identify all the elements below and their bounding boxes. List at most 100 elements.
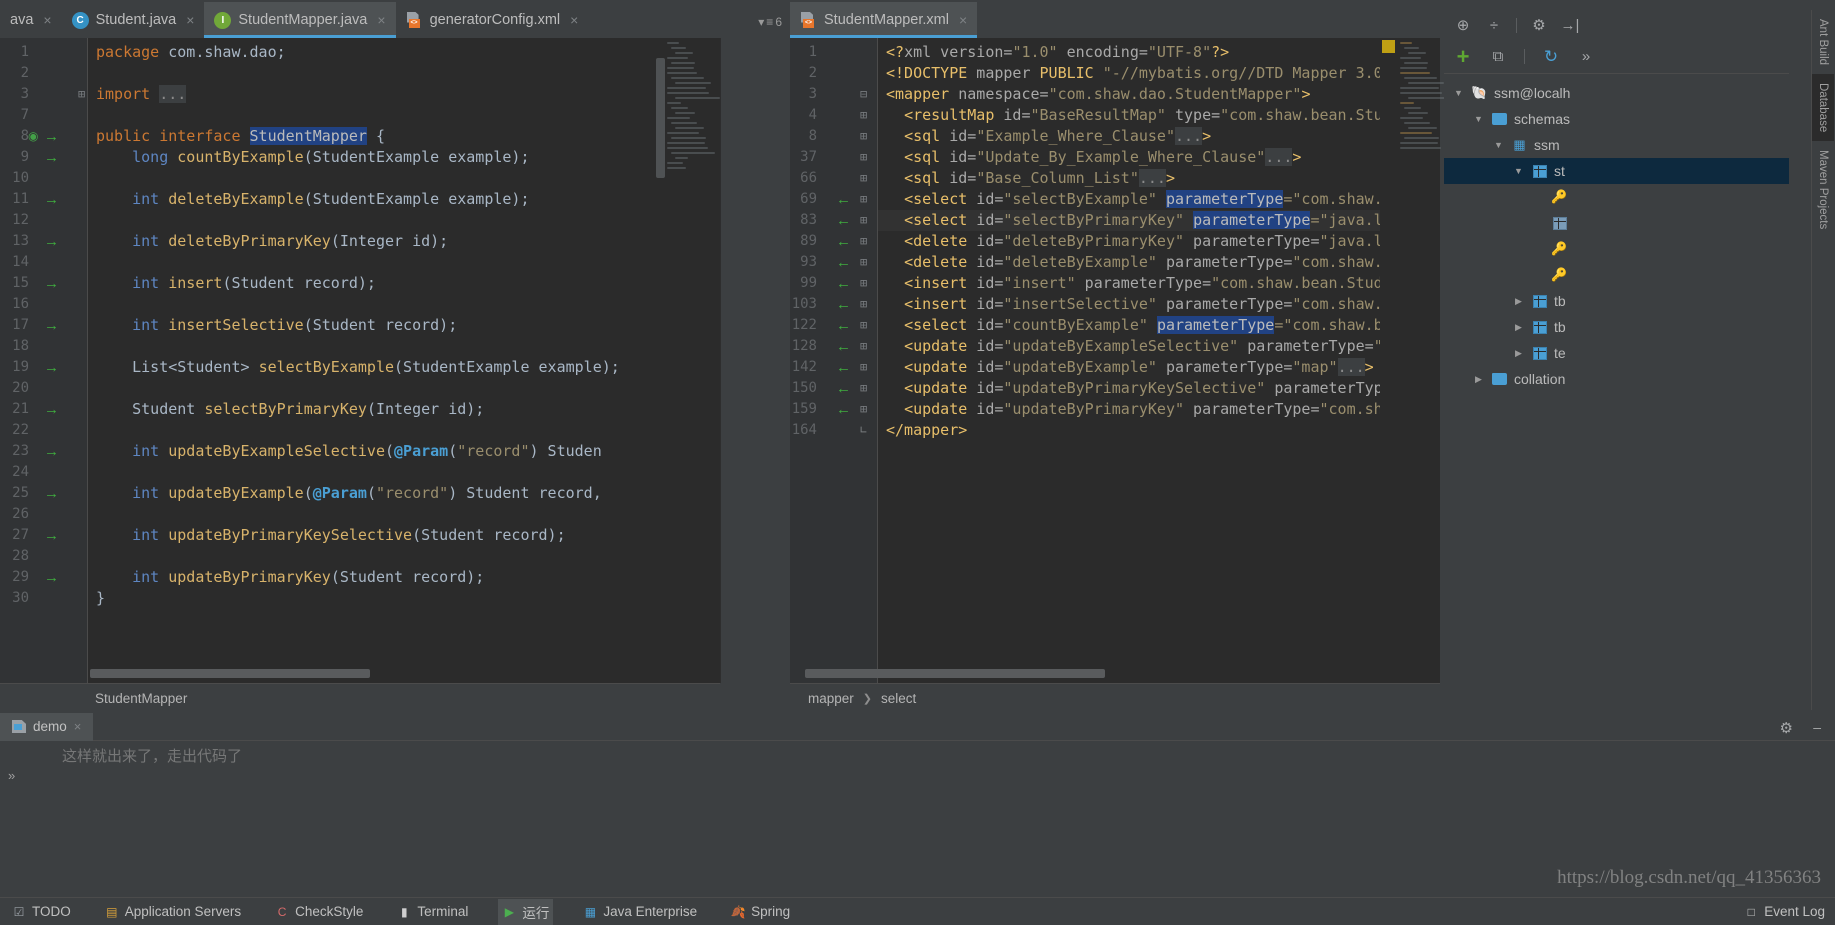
implementation-marker-icon[interactable]: ←: [836, 357, 851, 378]
left-breadcrumb[interactable]: StudentMapper: [0, 683, 720, 713]
close-icon[interactable]: ×: [43, 12, 51, 28]
code-line[interactable]: <insert id="insertSelective" parameterTy…: [878, 294, 1440, 315]
implementation-marker-icon[interactable]: →: [44, 399, 59, 420]
twisty-icon[interactable]: ▼: [1492, 140, 1505, 150]
code-line[interactable]: <mapper namespace="com.shaw.dao.StudentM…: [878, 84, 1440, 105]
code-line[interactable]: <select id="countByExample" parameterTyp…: [878, 315, 1440, 336]
breadcrumb-item[interactable]: select: [881, 691, 916, 706]
status-item-Java Enterprise[interactable]: ▦ Java Enterprise: [579, 899, 701, 925]
code-line[interactable]: int deleteByExample(StudentExample examp…: [88, 189, 720, 210]
code-line[interactable]: <update id="updateByPrimaryKeySelective"…: [878, 378, 1440, 399]
status-item-运行[interactable]: ▶ 运行: [498, 898, 554, 925]
fold-toggle-icon[interactable]: ⊞: [860, 294, 867, 315]
code-line[interactable]: int deleteByPrimaryKey(Integer id);: [88, 231, 720, 252]
right-code-area[interactable]: <?xml version="1.0" encoding="UTF-8"?> <!…: [878, 38, 1440, 683]
code-line[interactable]: <delete id="deleteByExample" parameterTy…: [878, 252, 1440, 273]
implementation-marker-icon[interactable]: →: [44, 231, 59, 252]
code-line[interactable]: int updateByExampleSelective(@Param("rec…: [88, 441, 720, 462]
implementation-marker-icon[interactable]: →: [44, 147, 59, 168]
code-line[interactable]: <delete id="deleteByPrimaryKey" paramete…: [878, 231, 1440, 252]
implementation-marker-icon[interactable]: →: [44, 483, 59, 504]
code-line[interactable]: <select id="selectByPrimaryKey" paramete…: [878, 210, 1440, 231]
close-icon[interactable]: ×: [959, 12, 967, 28]
twisty-icon[interactable]: ▼: [1512, 166, 1525, 176]
add-new-icon[interactable]: +: [1454, 44, 1472, 69]
minimize-icon[interactable]: –: [1813, 719, 1821, 735]
right-breadcrumb[interactable]: mapper ❯ select: [790, 683, 1440, 713]
twisty-icon[interactable]: ▼: [1452, 88, 1465, 98]
code-line[interactable]: [88, 504, 720, 525]
db-tree-row[interactable]: ▼ schemas: [1444, 106, 1789, 132]
right-horizontal-scrollbar[interactable]: [805, 669, 1105, 678]
left-gutter[interactable]: 1 2 3 ⊞ 7 8 ◉ → 9 → 10 11 → 12 13 → 14 15 → 16 17 → 18 19 → 20 21 →…: [0, 38, 88, 683]
expand-console-icon[interactable]: »: [8, 768, 15, 783]
code-line[interactable]: [88, 462, 720, 483]
implementation-marker-icon[interactable]: →: [44, 315, 59, 336]
code-line[interactable]: }: [88, 588, 720, 609]
implementation-marker-icon[interactable]: →: [44, 273, 59, 294]
code-line[interactable]: int insertSelective(Student record);: [88, 315, 720, 336]
fold-toggle-icon[interactable]: ⊞: [860, 273, 867, 294]
code-line[interactable]: int updateByPrimaryKey(Student record);: [88, 567, 720, 588]
db-tree-row[interactable]: ▶ tb: [1444, 288, 1789, 314]
database-tree[interactable]: ▼ 🐚 ssm@localh ▼ schemas ▼ ▦ ssm ▼ st 🔑 🔑 🔑 ▶ tb ▶ tb ▶ te…: [1444, 80, 1789, 392]
tool-window-tab-ant-build[interactable]: Ant Build: [1812, 10, 1834, 74]
code-line[interactable]: long countByExample(StudentExample examp…: [88, 147, 720, 168]
db-tree-row[interactable]: ▶ tb: [1444, 314, 1789, 340]
code-line[interactable]: <sql id="Example_Where_Clause"...>: [878, 126, 1440, 147]
left-vertical-scrollbar[interactable]: [656, 58, 665, 178]
run-tab-demo[interactable]: demo ×: [0, 712, 94, 741]
fold-toggle-icon[interactable]: ⊞: [860, 378, 867, 399]
implementation-marker-icon[interactable]: ←: [836, 273, 851, 294]
right-tool-window-tabs[interactable]: Ant Build Database Maven Projects: [1811, 10, 1835, 710]
code-line[interactable]: [88, 420, 720, 441]
code-line[interactable]: </mapper>: [878, 420, 1440, 441]
java-editor-pane[interactable]: 1 2 3 ⊞ 7 8 ◉ → 9 → 10 11 → 12 13 → 14 15 → 16 17 → 18 19 → 20 21 →…: [0, 38, 720, 683]
status-item-event-log[interactable]: □ Event Log: [1744, 904, 1825, 919]
refresh-icon[interactable]: ↻: [1542, 47, 1560, 66]
fold-toggle-icon[interactable]: ⊞: [860, 399, 867, 420]
twisty-icon[interactable]: ▶: [1512, 322, 1525, 333]
implementation-marker-icon[interactable]: →: [44, 441, 59, 462]
implementation-marker-icon[interactable]: ←: [836, 336, 851, 357]
code-line[interactable]: [88, 378, 720, 399]
close-icon[interactable]: ×: [377, 12, 385, 28]
db-tree-row[interactable]: 🔑: [1444, 236, 1789, 262]
code-line[interactable]: [88, 210, 720, 231]
tool-window-tab-database[interactable]: Database: [1812, 74, 1834, 142]
status-item-TODO[interactable]: ☑ TODO: [8, 899, 75, 925]
editor-tab-2[interactable]: I StudentMapper.java ×: [204, 2, 396, 38]
code-line[interactable]: [88, 168, 720, 189]
twisty-icon[interactable]: ▶: [1512, 348, 1525, 359]
db-tree-row[interactable]: [1444, 210, 1789, 236]
left-code-area[interactable]: package com.shaw.dao; import ... public …: [88, 38, 720, 683]
code-line[interactable]: import ...: [88, 84, 720, 105]
implementation-marker-icon[interactable]: →: [44, 126, 59, 147]
status-item-CheckStyle[interactable]: C CheckStyle: [271, 899, 367, 925]
code-line[interactable]: public interface StudentMapper {: [88, 126, 720, 147]
implementation-marker-icon[interactable]: ←: [836, 378, 851, 399]
xml-editor-pane[interactable]: 1 2 3 ⊟ 4 ⊞ 8 ⊞ 37 ⊞ 66 ⊞ 69 ← ⊞ 83 ← ⊞ 89 ← ⊞ 93 ← ⊞ 99 ← ⊞ 103 ← ⊞ 1…: [790, 38, 1440, 683]
code-line[interactable]: <sql id="Update_By_Example_Where_Clause"…: [878, 147, 1440, 168]
implementation-marker-icon[interactable]: ←: [836, 210, 851, 231]
expand-collapse-icon[interactable]: ÷: [1485, 16, 1503, 34]
editor-tab-0[interactable]: <> StudentMapper.xml ×: [790, 2, 978, 38]
left-minimap[interactable]: [665, 38, 721, 683]
code-line[interactable]: [88, 105, 720, 126]
code-line[interactable]: int updateByExample(@Param("record") Stu…: [88, 483, 720, 504]
status-item-Terminal[interactable]: ▮ Terminal: [393, 899, 472, 925]
warning-marker[interactable]: [1382, 40, 1395, 53]
code-line[interactable]: <sql id="Base_Column_List"...>: [878, 168, 1440, 189]
more-options-icon[interactable]: »: [1577, 48, 1595, 66]
locate-icon[interactable]: ⊕: [1454, 16, 1472, 34]
twisty-icon[interactable]: ▶: [1512, 296, 1525, 307]
code-line[interactable]: <resultMap id="BaseResultMap" type="com.…: [878, 105, 1440, 126]
code-line[interactable]: <?xml version="1.0" encoding="UTF-8"?>: [878, 42, 1440, 63]
db-tree-row[interactable]: ▼ st: [1444, 158, 1789, 184]
close-icon[interactable]: ×: [186, 12, 194, 28]
left-horizontal-scrollbar[interactable]: [90, 669, 370, 678]
editor-tab-0[interactable]: ava ×: [0, 2, 62, 38]
code-line[interactable]: int updateByPrimaryKeySelective(Student …: [88, 525, 720, 546]
code-line[interactable]: <insert id="insert" parameterType="com.s…: [878, 273, 1440, 294]
implementation-marker-icon[interactable]: ←: [836, 399, 851, 420]
